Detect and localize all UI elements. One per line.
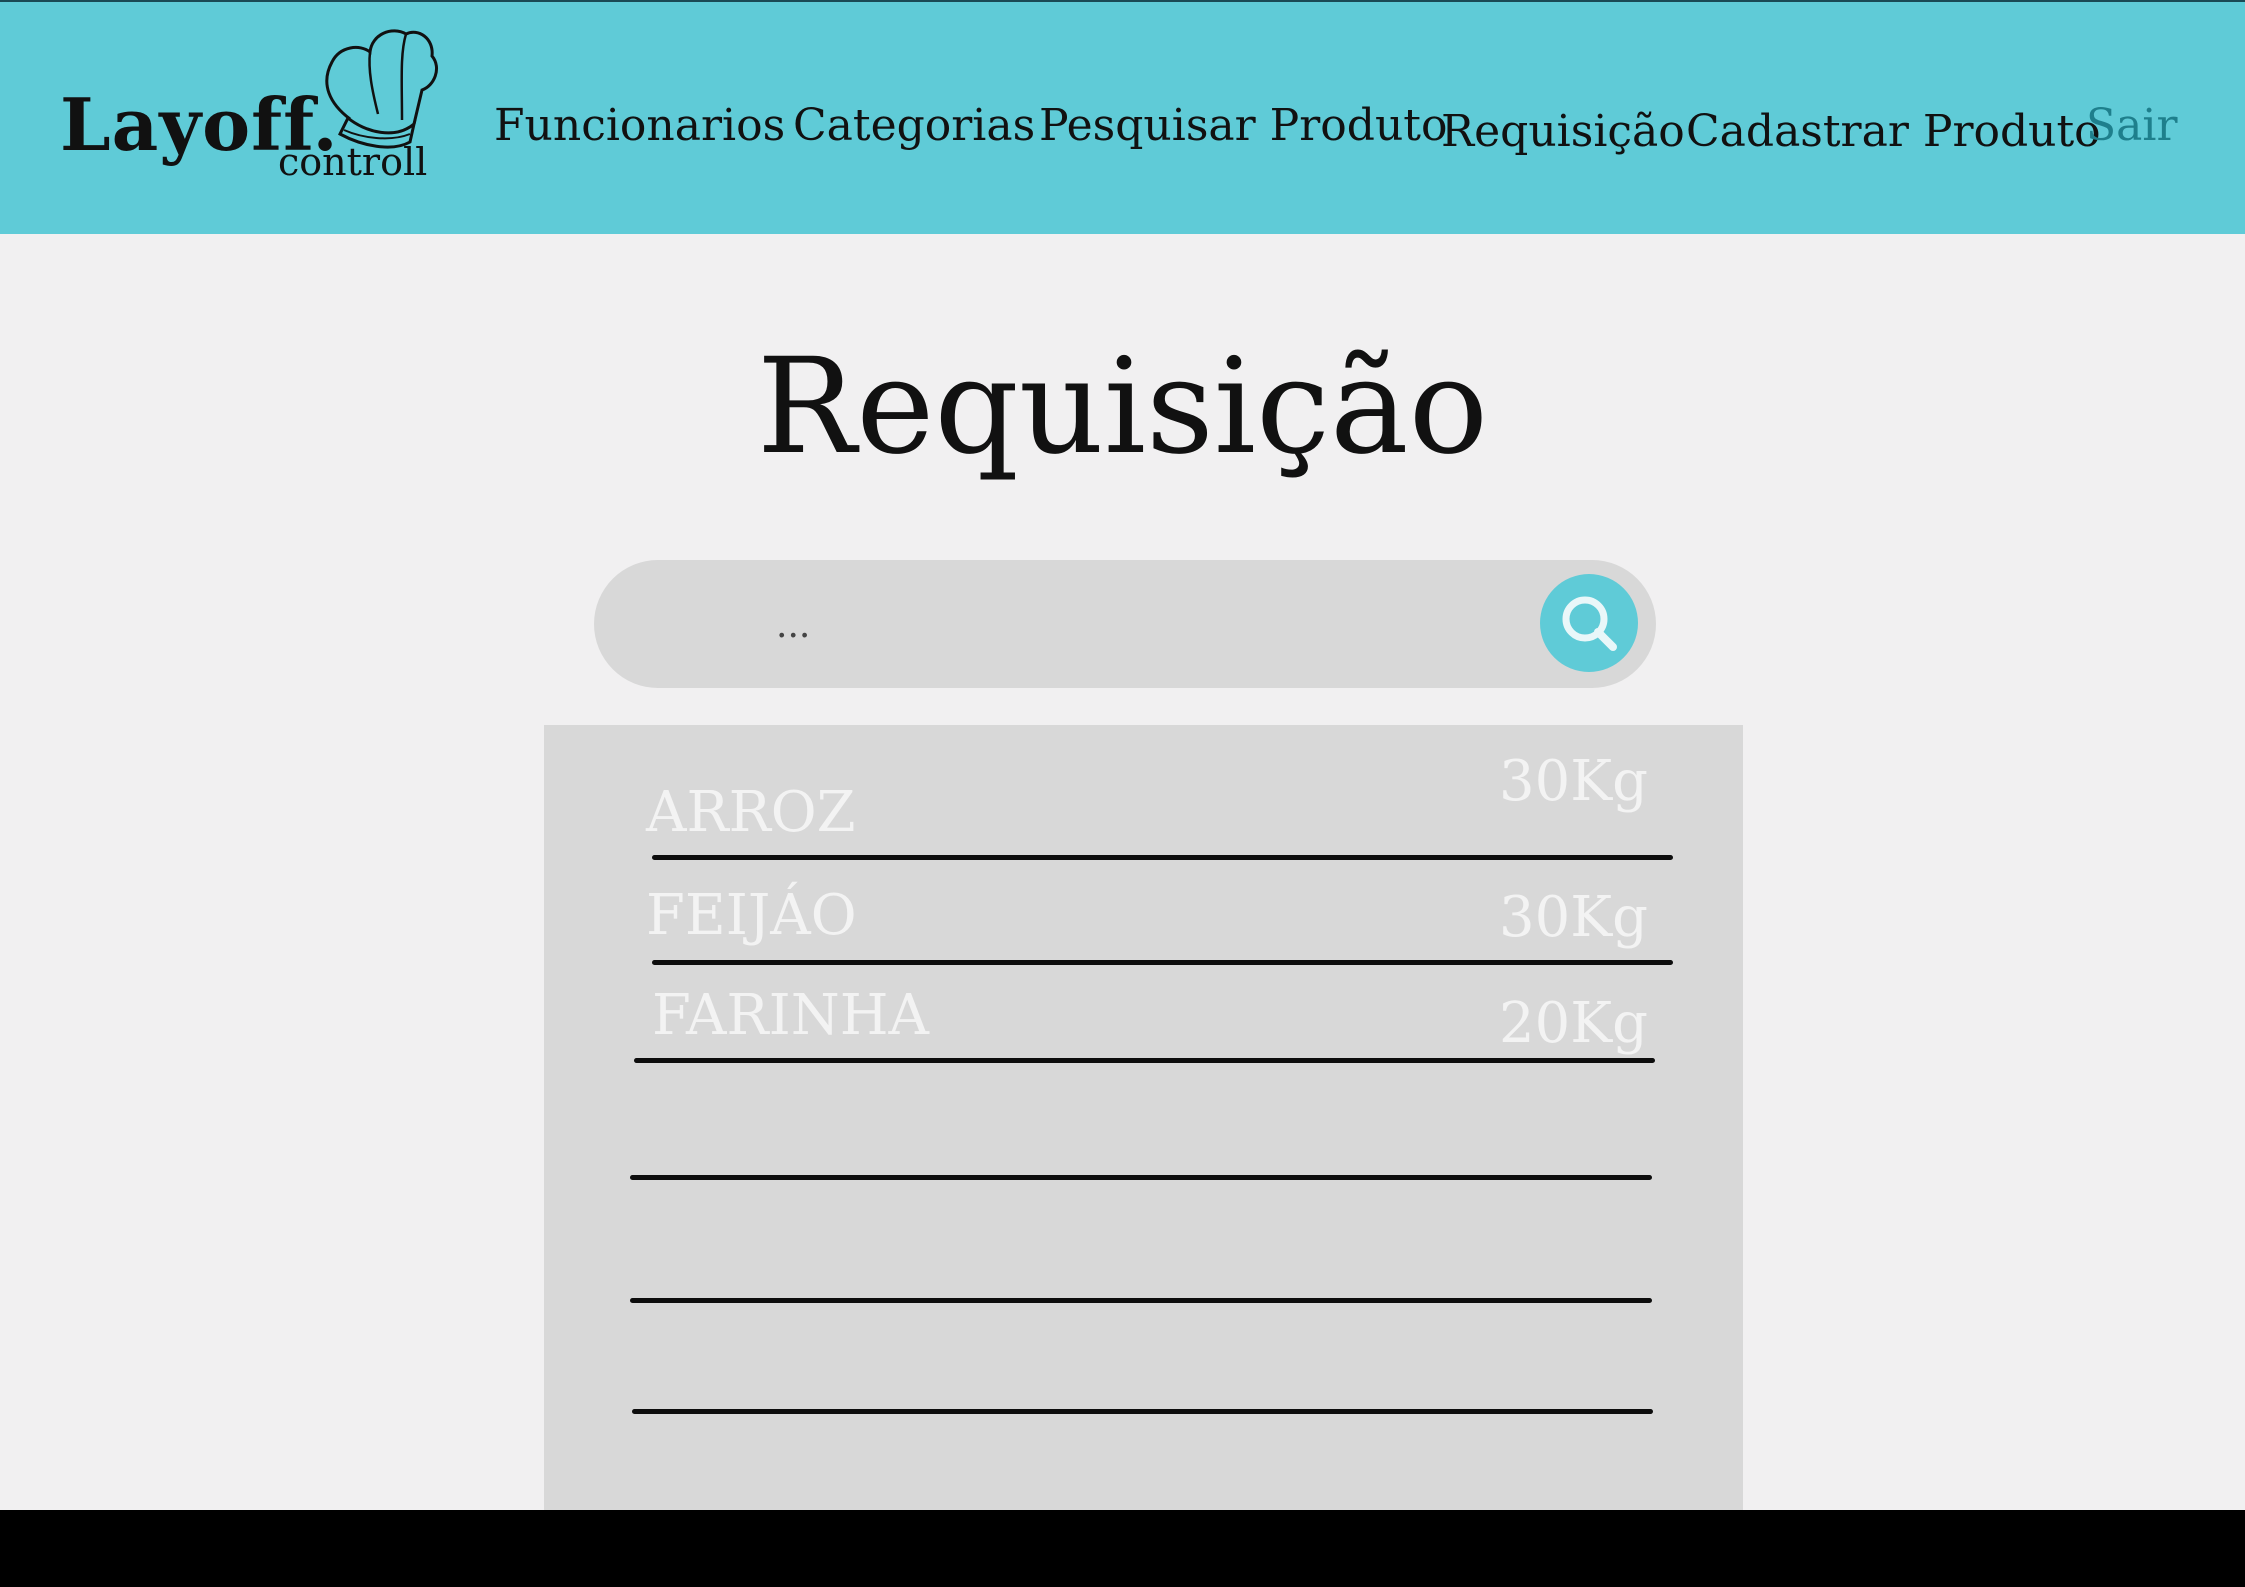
nav-sair[interactable]: Sair bbox=[2086, 100, 2177, 151]
nav-pesquisar-produto[interactable]: Pesquisar Produto bbox=[1039, 100, 1447, 151]
list-divider bbox=[652, 960, 1673, 965]
search-icon bbox=[1562, 596, 1617, 651]
list-divider bbox=[630, 1175, 1652, 1180]
list-item-name[interactable]: FEIJÁO bbox=[646, 883, 857, 948]
nav-funcionarios[interactable]: Funcionarios bbox=[494, 100, 785, 151]
list-divider bbox=[652, 855, 1673, 860]
search-bar bbox=[594, 560, 1656, 688]
logo[interactable]: Layoff. controll bbox=[60, 22, 440, 192]
list-divider bbox=[632, 1409, 1653, 1414]
list-item-qty: 20Kg bbox=[1499, 991, 1648, 1056]
requisition-list: ARROZ 30Kg FEIJÁO 30Kg FARINHA 20Kg bbox=[544, 725, 1743, 1510]
nav-cadastrar-produto[interactable]: Cadastrar Produto bbox=[1686, 106, 2101, 157]
list-divider bbox=[634, 1058, 1655, 1063]
list-item-name[interactable]: ARROZ bbox=[646, 780, 856, 845]
chef-hat-icon bbox=[325, 29, 438, 149]
footer-bar bbox=[0, 1510, 2245, 1587]
search-button[interactable] bbox=[1540, 574, 1638, 672]
nav-categorias[interactable]: Categorias bbox=[793, 100, 1035, 151]
nav-requisicao[interactable]: Requisição bbox=[1441, 106, 1685, 157]
list-item-qty: 30Kg bbox=[1499, 885, 1648, 950]
top-navbar: Layoff. controll Funcionarios Categorias… bbox=[0, 0, 2245, 234]
list-item-name[interactable]: FARINHA bbox=[652, 983, 929, 1048]
page-title: Requisição bbox=[756, 330, 1489, 484]
list-divider bbox=[630, 1298, 1652, 1303]
search-input[interactable] bbox=[774, 594, 1478, 656]
list-item-qty: 30Kg bbox=[1499, 749, 1648, 814]
